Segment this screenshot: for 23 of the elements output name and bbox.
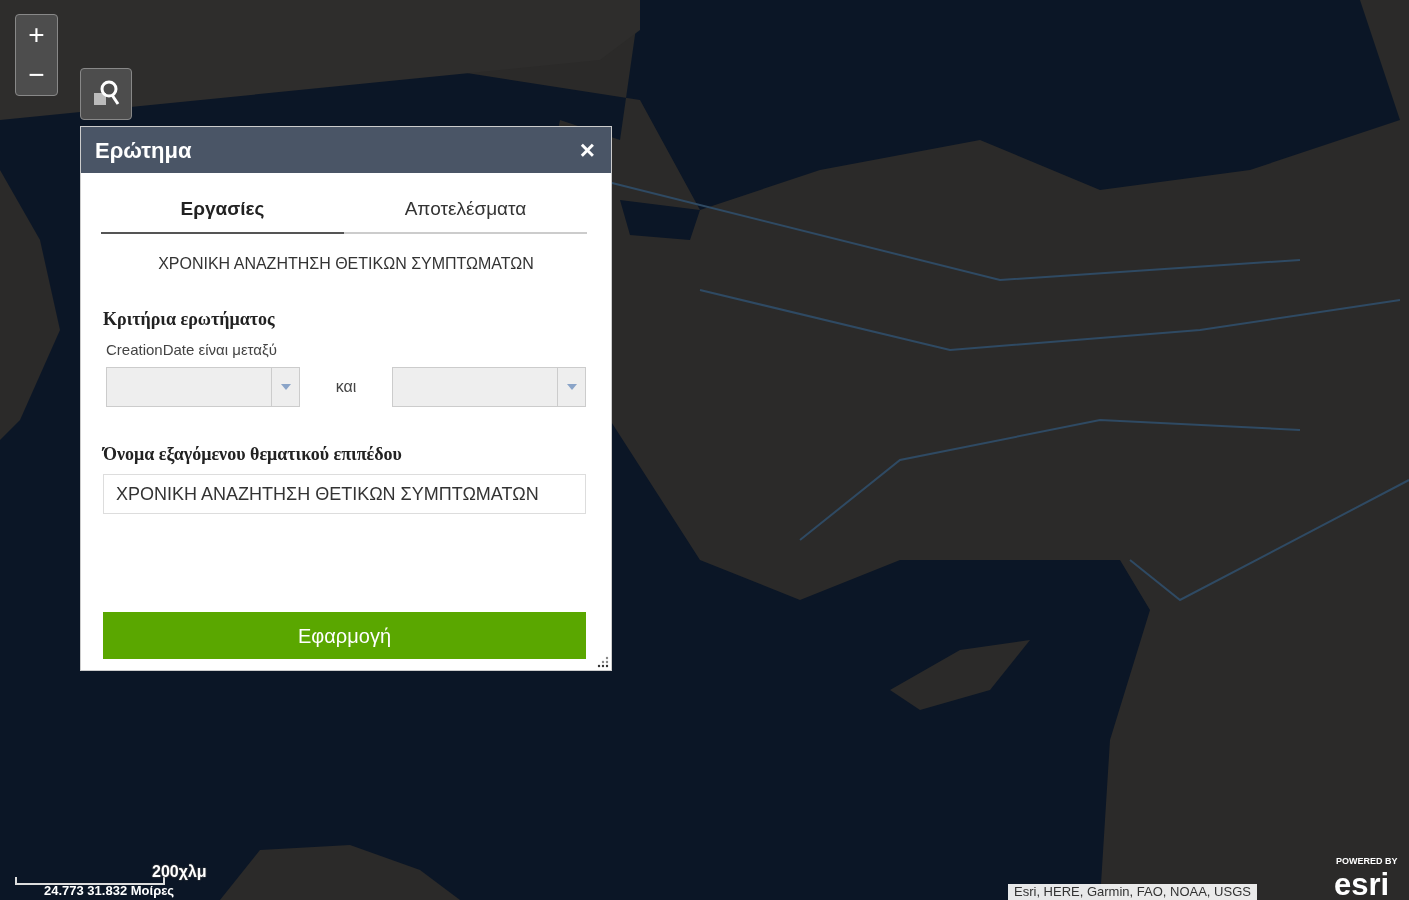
query-button[interactable] (80, 68, 132, 120)
zoom-in-button[interactable]: + (16, 15, 57, 55)
dialog-title: Ερώτημα (95, 136, 192, 165)
output-name-field[interactable]: ΧΡΟΝΙΚΗ ΑΝΑΖΗΤΗΣΗ ΘΕΤΙΚΩΝ ΣΥΜΠΤΩΜΑΤΩΝ (103, 474, 586, 514)
tab[interactable]: Εργασίες (101, 191, 344, 234)
date-field[interactable] (106, 367, 300, 407)
dropdown-arrow-icon (566, 384, 577, 390)
task-title: ΧΡΟΝΙΚΗ ΑΝΑΖΗΤΗΣΗ ΘΕΤΙΚΩΝ ΣΥΜΠΤΩΜΑΤΩΝ (157, 253, 535, 274)
criteria-heading: Κριτήρια ερωτήματος (103, 307, 276, 331)
date-field[interactable] (392, 367, 586, 407)
dropdown-arrow-icon (280, 384, 291, 390)
criteria-label: CreationDate είναι μεταξύ (106, 339, 278, 360)
logo-text: esri (1334, 872, 1390, 899)
coordinates-text: 24.773 31.832 Μοίρες (44, 884, 175, 897)
scale-label: 200χλμ (152, 862, 207, 882)
conjunction-label: και (334, 377, 358, 397)
powered-by-text: POWERED BY (1336, 857, 1398, 867)
close-button[interactable]: × (577, 137, 597, 163)
zoom-out-button[interactable]: − (16, 55, 57, 95)
resize-handle-icon[interactable] (597, 656, 609, 668)
attribution-text: Esri, HERE, Garmin, FAO, NOAA, USGS (1008, 884, 1257, 900)
tab[interactable]: Αποτελέσματα (344, 191, 587, 234)
output-heading: Όνομα εξαγόμενου θεματικού επιπέδου (103, 443, 403, 466)
